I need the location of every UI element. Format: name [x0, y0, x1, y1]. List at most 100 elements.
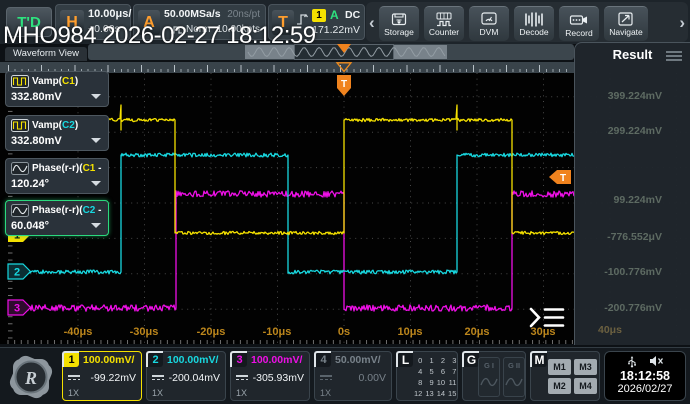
channel3-marker[interactable]: 3 — [7, 299, 32, 316]
generator-badge: G — [462, 351, 479, 367]
measurement-item-vamp-c1[interactable]: Vamp(C1) 332.80mV — [5, 71, 109, 107]
channel1-scale: 100.00mV/ — [83, 354, 135, 366]
dvm-button[interactable]: DVM — [469, 6, 509, 41]
result-menu-icon[interactable] — [666, 51, 682, 63]
clock-box[interactable]: 18:12:58 2026/02/27 — [604, 351, 686, 401]
toolbar-prev-chevron[interactable]: ‹ — [369, 13, 375, 33]
chevron-down-icon[interactable] — [91, 94, 101, 99]
ghost-y-label: 399.224mV — [607, 90, 662, 102]
trigger-position-marker[interactable]: T — [337, 75, 351, 96]
measurement-value: 332.80mV — [11, 135, 62, 147]
dc-coupling-icon — [320, 375, 332, 380]
math-channel-button[interactable]: M3 — [574, 359, 597, 375]
decode-button[interactable]: Decode — [514, 6, 554, 41]
square-wave-icon — [11, 75, 29, 88]
channel1-probe: 1X — [68, 388, 80, 398]
sample-rate: 50.00MSa/s — [164, 8, 221, 20]
record-label: Record — [565, 28, 593, 38]
logic-channel-number: 13 — [425, 389, 434, 398]
decode-label: Decode — [519, 27, 549, 37]
status-time: 18:12:58 — [619, 369, 671, 383]
measurement-value: 60.048° — [11, 220, 50, 232]
counter-button[interactable]: Counter — [424, 6, 464, 41]
usb-icon — [627, 356, 636, 368]
ghost-y-label: 299.224mV — [607, 125, 662, 137]
timebase-scale: 10.00μs/ — [88, 8, 132, 20]
measurement-item-phase-c1[interactable]: Phase(r-r)(C1 - 120.24° — [5, 158, 109, 194]
generator-box[interactable]: G G I G II — [462, 351, 526, 401]
chevron-down-icon[interactable] — [91, 181, 101, 186]
math-channel-button[interactable]: M4 — [574, 378, 597, 394]
channel3-badge: 3 — [230, 351, 247, 367]
trigger-level: 171.22mV — [312, 24, 360, 36]
svg-text:T: T — [560, 173, 566, 184]
logic-channel-number: 8 — [418, 378, 423, 387]
rigol-logo[interactable]: R — [6, 352, 56, 402]
sine-wave-icon — [505, 377, 523, 387]
logic-channel-number: 12 — [414, 389, 423, 398]
sine-wave-icon — [11, 162, 29, 175]
logic-channel-number: 2 — [440, 356, 446, 365]
channel2-badge: 2 — [146, 351, 163, 367]
svg-text:T: T — [341, 79, 347, 90]
storage-button[interactable]: Storage — [379, 6, 419, 41]
ghost-y-label: -100.776mV — [604, 266, 662, 278]
math-channel-button[interactable]: M1 — [548, 359, 571, 375]
channel4-probe: 1X — [320, 388, 332, 398]
sine-wave-icon — [480, 377, 498, 387]
dc-coupling-icon — [152, 375, 164, 380]
trigger-level-marker[interactable]: T — [549, 170, 571, 184]
measurement-value: 332.80mV — [11, 91, 62, 103]
channel2-status-box[interactable]: 2 100.00mV/ -200.04mV 1X — [146, 351, 226, 401]
logic-channel-number: 9 — [429, 378, 434, 387]
logic-channel-number: 10 — [436, 378, 446, 387]
channel2-scale: 100.00mV/ — [167, 354, 219, 366]
generator2-slot[interactable]: G II — [503, 357, 525, 397]
channel3-probe: 1X — [236, 388, 248, 398]
sine-wave-icon — [11, 204, 29, 217]
toolbar-next-chevron[interactable]: › — [679, 13, 685, 33]
time-per-point: 20ns/pt — [227, 9, 260, 20]
oscilloscope-screen: T'D H 10.00μs/ +0.00s A 50.00MSa/s Norm … — [0, 0, 690, 404]
math-channel-button[interactable]: M2 — [548, 378, 571, 394]
record-button[interactable]: Record — [559, 6, 599, 41]
quick-menu-icon[interactable] — [529, 307, 565, 328]
channel1-status-box[interactable]: 1 100.00mV/ -99.22mV 1X — [62, 351, 142, 401]
overview-trigger-marker[interactable] — [337, 44, 351, 53]
channel2-probe: 1X — [152, 388, 164, 398]
toolbar-menu-strip: ‹ Storage Counter DVM Decode Record Navi… — [366, 2, 688, 42]
speaker-muted-icon — [649, 356, 663, 366]
logic-channel-number: 11 — [448, 378, 457, 387]
channel4-badge: 4 — [314, 351, 331, 367]
logic-channel-number: 5 — [429, 367, 434, 376]
trigger-coupling: A — [330, 8, 339, 22]
channel3-status-box[interactable]: 3 100.00mV/ -305.93mV 1X — [230, 351, 310, 401]
logic-channel-number: 14 — [436, 389, 446, 398]
channel2-offset: -200.04mV — [168, 372, 220, 384]
logic-channel-number: 15 — [448, 389, 457, 398]
chevron-down-icon[interactable] — [91, 223, 101, 228]
logic-channel-number: 4 — [418, 367, 423, 376]
logic-channel-number: 3 — [452, 356, 457, 365]
logic-channel-number: 0 — [418, 356, 423, 365]
dc-coupling-icon — [236, 375, 248, 380]
dc-coupling-icon — [68, 375, 80, 380]
navigate-button[interactable]: Navigate — [604, 6, 648, 41]
logic-channels-box[interactable]: L 0 1 2 3 4 5 6 7 8 9 10 11 12 13 14 15 — [396, 351, 458, 401]
logic-badge: L — [396, 351, 413, 367]
measurement-item-vamp-c2[interactable]: Vamp(C2) 332.80mV — [5, 115, 109, 151]
svg-text:3: 3 — [14, 303, 20, 315]
screenshot-title-overlay: MHO984 2026-02-27 18:12:59 — [3, 22, 316, 49]
channel4-offset: 0.00V — [358, 372, 386, 384]
channel2-marker[interactable]: 2 — [7, 263, 32, 280]
logic-channel-number: 7 — [452, 367, 457, 376]
ruler-trigger-marker[interactable] — [330, 62, 360, 73]
chevron-down-icon[interactable] — [91, 138, 101, 143]
channel4-status-box[interactable]: 4 50.00mV/ 0.00V 1X — [314, 351, 392, 401]
measurement-item-phase-c2[interactable]: Phase(r-r)(C2 - 60.048° — [5, 200, 109, 236]
math-box[interactable]: M M1 M3 M2 M4 — [530, 351, 600, 401]
generator1-slot[interactable]: G I — [478, 357, 500, 397]
square-wave-icon — [11, 119, 29, 132]
channel1-offset: -99.22mV — [90, 372, 136, 384]
navigate-label: Navigate — [609, 27, 643, 37]
